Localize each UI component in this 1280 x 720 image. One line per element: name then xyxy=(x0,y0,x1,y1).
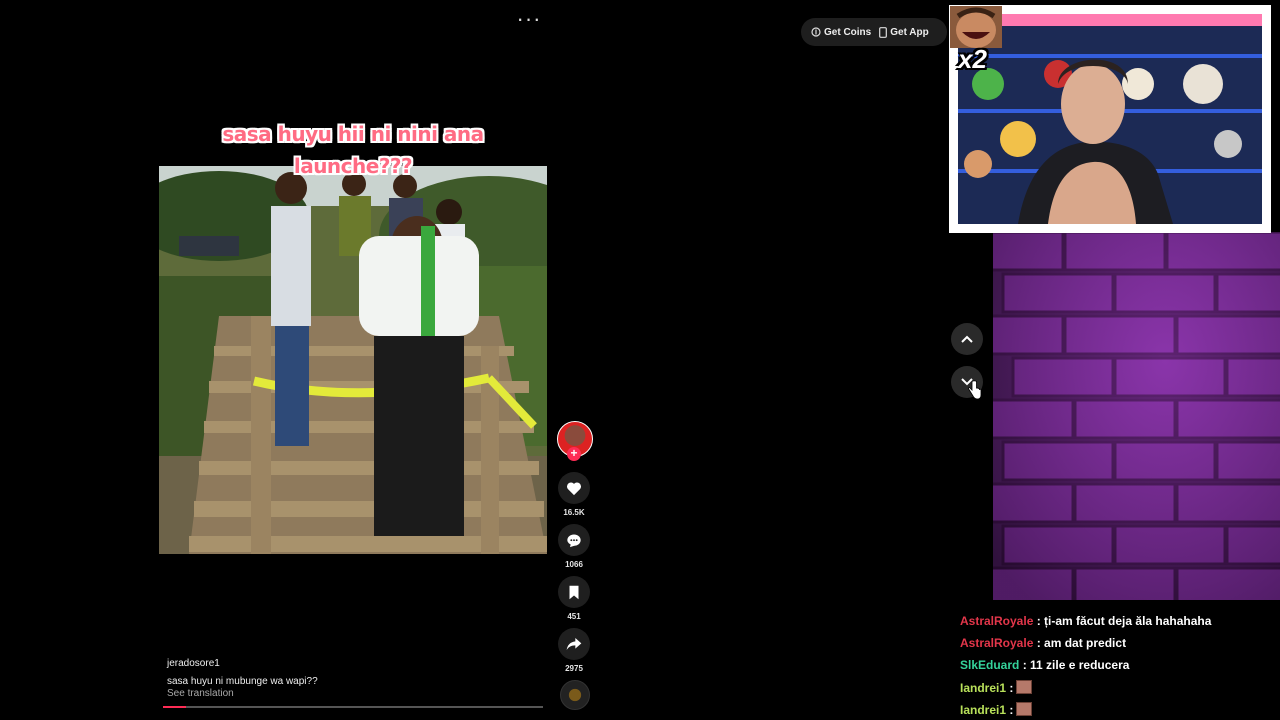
like-button[interactable] xyxy=(558,472,590,504)
chat-username: AstralRoyale xyxy=(960,636,1034,650)
coin-icon xyxy=(811,27,821,37)
save-button[interactable] xyxy=(558,576,590,608)
chat-username: SlkEduard xyxy=(960,658,1020,672)
chat-message: AstralRoyale : am dat predict xyxy=(960,636,1126,650)
get-coins-button[interactable]: Get Coins xyxy=(811,27,871,38)
chat-message: SlkEduard : 11 zile e reducera xyxy=(960,658,1129,672)
share-button[interactable] xyxy=(558,628,590,660)
post-author[interactable]: jeradosore1 xyxy=(167,658,220,669)
chat-text: : xyxy=(1006,681,1014,695)
bookmark-icon xyxy=(569,585,579,599)
share-arrow-icon xyxy=(566,638,582,650)
heart-icon xyxy=(566,481,582,495)
post-description: sasa huyu ni mubunge wa wapi?? xyxy=(167,676,318,687)
get-app-button[interactable]: Get App xyxy=(879,27,929,38)
comment-icon xyxy=(567,534,581,547)
share-count: 2975 xyxy=(565,664,583,673)
video-still-image xyxy=(159,166,547,554)
follow-button[interactable]: + xyxy=(567,447,581,461)
chat-emote-icon xyxy=(1016,680,1033,694)
phone-icon xyxy=(879,26,888,38)
get-coins-label: Get Coins xyxy=(824,26,872,38)
video-overlay-caption: sasa huyu hii ni nini ana launche??? xyxy=(222,122,484,178)
comment-count: 1066 xyxy=(565,560,583,569)
like-count: 16.5K xyxy=(563,508,585,517)
chat-message: Iandrei1 : xyxy=(960,702,1033,717)
top-actions-bar: Get Coins Get App xyxy=(801,18,947,46)
chat-text: : 11 zile e reducera xyxy=(1019,658,1130,672)
chat-username: AstralRoyale xyxy=(960,614,1034,628)
previous-video-button[interactable] xyxy=(951,323,983,355)
emote-multiplier: x2 xyxy=(958,44,987,74)
chat-message: AstralRoyale : ți-am făcut deja ăla haha… xyxy=(960,614,1211,628)
more-options-icon[interactable]: ··· xyxy=(516,8,542,36)
hand-cursor-icon xyxy=(968,380,982,400)
chat-text: : am dat predict xyxy=(1033,636,1127,650)
comment-button[interactable] xyxy=(558,524,590,556)
chat-text: : xyxy=(1006,703,1014,717)
video-progress-bar[interactable] xyxy=(163,706,543,708)
see-translation-link[interactable]: See translation xyxy=(167,688,234,699)
chevron-up-icon xyxy=(961,335,973,343)
get-app-label: Get App xyxy=(890,26,929,38)
chat-emote-icon xyxy=(1016,702,1033,716)
chat-text: : ți-am făcut deja ăla hahahaha xyxy=(1033,614,1212,628)
save-count: 451 xyxy=(567,612,581,621)
chat-message: Iandrei1 : xyxy=(960,680,1033,695)
music-disc-icon[interactable] xyxy=(560,680,590,710)
video-player[interactable] xyxy=(159,166,547,554)
chat-username: Iandrei1 xyxy=(960,681,1007,695)
video-progress-fill xyxy=(163,706,186,708)
brick-wall-background xyxy=(993,232,1280,600)
chat-username: Iandrei1 xyxy=(960,703,1007,717)
